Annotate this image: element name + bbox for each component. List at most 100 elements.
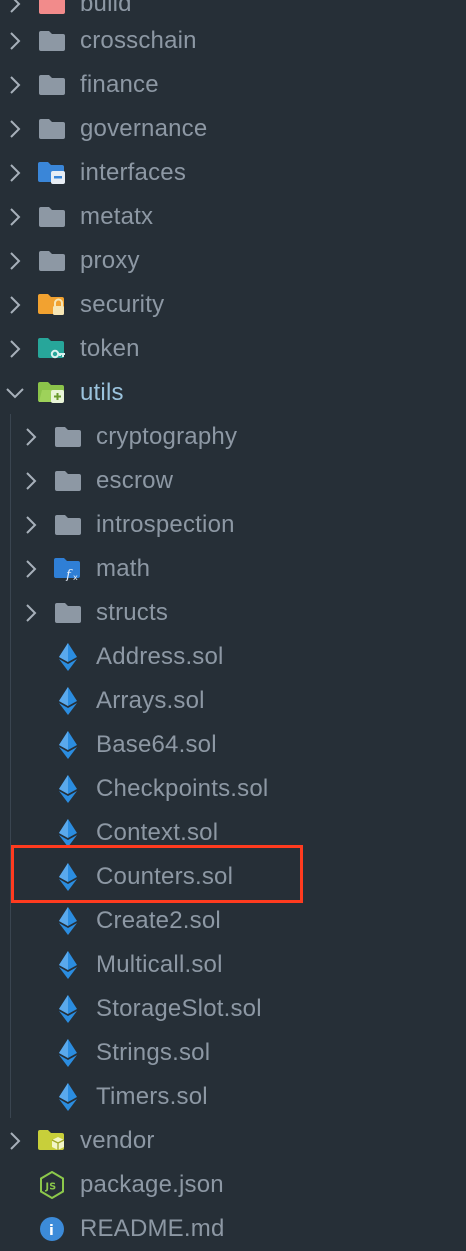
ethereum-icon [53, 775, 83, 803]
ethereum-icon [53, 907, 83, 935]
info-icon: i [37, 1216, 67, 1242]
tree-item-label: security [80, 291, 165, 318]
ethereum-icon [53, 995, 83, 1023]
chevron-right-icon [4, 338, 26, 360]
folder-icon [53, 600, 83, 626]
tree-item-label: vendor [80, 1127, 155, 1154]
tree-item-governance[interactable]: governance [0, 107, 466, 151]
tree-item-interfaces[interactable]: interfaces [0, 151, 466, 195]
ethereum-icon [53, 643, 83, 671]
tree-item-label: token [80, 335, 140, 362]
tree-item-label: math [96, 555, 151, 582]
file-explorer-tree: build crosschain finance governance inte… [0, 0, 466, 1242]
folder-icon [37, 204, 67, 230]
ethereum-icon [53, 1039, 83, 1067]
chevron-right-icon [4, 1130, 26, 1152]
folder-icon [37, 248, 67, 274]
tree-item-storageslot-sol[interactable]: StorageSlot.sol [0, 987, 466, 1031]
nodejs-icon: JS [37, 1171, 67, 1199]
folder-icon [37, 28, 67, 54]
chevron-right-icon [4, 162, 26, 184]
ethereum-icon [53, 951, 83, 979]
tree-item-vendor[interactable]: vendor [0, 1119, 466, 1163]
tree-item-label: Timers.sol [96, 1083, 208, 1110]
tree-item-utils[interactable]: utils [0, 371, 466, 415]
tree-item-label: introspection [96, 511, 235, 538]
svg-text:JS: JS [45, 1182, 57, 1193]
chevron-right-icon [20, 470, 42, 492]
tree-item-label: Context.sol [96, 819, 219, 846]
tree-item-multicall-sol[interactable]: Multicall.sol [0, 943, 466, 987]
tree-item-label: crosschain [80, 27, 197, 54]
tree-item-label: utils [80, 379, 124, 406]
ethereum-icon [53, 1083, 83, 1111]
tree-item-package-json[interactable]: JS package.json [0, 1163, 466, 1207]
tree-item-label: Address.sol [96, 643, 224, 670]
tree-item-label: metatx [80, 203, 154, 230]
folder-icon [37, 72, 67, 98]
tree-item-token[interactable]: token [0, 327, 466, 371]
folder-math-icon: fx [53, 556, 83, 582]
tree-item-label: Create2.sol [96, 907, 221, 934]
folder-security-icon [37, 292, 67, 318]
tree-item-structs[interactable]: structs [0, 591, 466, 635]
tree-item-crosschain[interactable]: crosschain [0, 19, 466, 63]
tree-item-math[interactable]: fx math [0, 547, 466, 591]
tree-item-finance[interactable]: finance [0, 63, 466, 107]
tree-item-checkpoints-sol[interactable]: Checkpoints.sol [0, 767, 466, 811]
chevron-right-icon [20, 514, 42, 536]
svg-text:i: i [49, 1223, 54, 1239]
chevron-right-icon [20, 558, 42, 580]
tree-item-label: Base64.sol [96, 731, 217, 758]
chevron-right-icon [4, 206, 26, 228]
tree-item-label: StorageSlot.sol [96, 995, 262, 1022]
chevron-right-icon [4, 74, 26, 96]
tree-item-label: build [80, 0, 132, 17]
tree-item-escrow[interactable]: escrow [0, 459, 466, 503]
tree-item-security[interactable]: security [0, 283, 466, 327]
ethereum-icon [53, 819, 83, 847]
tree-item-label: structs [96, 599, 169, 626]
folder-icon [53, 424, 83, 450]
tree-item-label: Multicall.sol [96, 951, 223, 978]
chevron-right-icon [4, 30, 26, 52]
tree-item-readme-md[interactable]: i README.md [0, 1207, 466, 1251]
tree-item-label: package.json [80, 1171, 224, 1198]
folder-utils-open-icon [37, 380, 67, 406]
chevron-right-icon [4, 0, 26, 15]
chevron-right-icon [4, 250, 26, 272]
tree-item-label: Arrays.sol [96, 687, 205, 714]
folder-icon [53, 512, 83, 538]
chevron-right-icon [20, 602, 42, 624]
tree-item-proxy[interactable]: proxy [0, 239, 466, 283]
tree-item-label: proxy [80, 247, 140, 274]
tree-item-introspection[interactable]: introspection [0, 503, 466, 547]
tree-item-label: Checkpoints.sol [96, 775, 269, 802]
tree-item-label: escrow [96, 467, 174, 494]
tree-item-label: interfaces [80, 159, 187, 186]
folder-icon [37, 116, 67, 142]
tree-item-timers-sol[interactable]: Timers.sol [0, 1075, 466, 1119]
chevron-down-icon [4, 382, 26, 404]
folder-interfaces-icon [37, 160, 67, 186]
tree-item-base64-sol[interactable]: Base64.sol [0, 723, 466, 767]
svg-text:x: x [73, 573, 78, 581]
folder-red-icon [37, 0, 67, 17]
ethereum-icon [53, 687, 83, 715]
tree-item-label: governance [80, 115, 208, 142]
tree-item-arrays-sol[interactable]: Arrays.sol [0, 679, 466, 723]
tree-item-address-sol[interactable]: Address.sol [0, 635, 466, 679]
chevron-right-icon [4, 118, 26, 140]
tree-item-strings-sol[interactable]: Strings.sol [0, 1031, 466, 1075]
tree-item-metatx[interactable]: metatx [0, 195, 466, 239]
folder-token-icon [37, 336, 67, 362]
tree-item-label: README.md [80, 1215, 225, 1242]
tree-item-label: Strings.sol [96, 1039, 211, 1066]
tree-item-label: finance [80, 71, 159, 98]
folder-vendor-icon [37, 1128, 67, 1154]
tree-item-cryptography[interactable]: cryptography [0, 415, 466, 459]
ethereum-icon [53, 731, 83, 759]
chevron-right-icon [20, 426, 42, 448]
tree-item-create2-sol[interactable]: Create2.sol [0, 899, 466, 943]
chevron-right-icon [4, 294, 26, 316]
